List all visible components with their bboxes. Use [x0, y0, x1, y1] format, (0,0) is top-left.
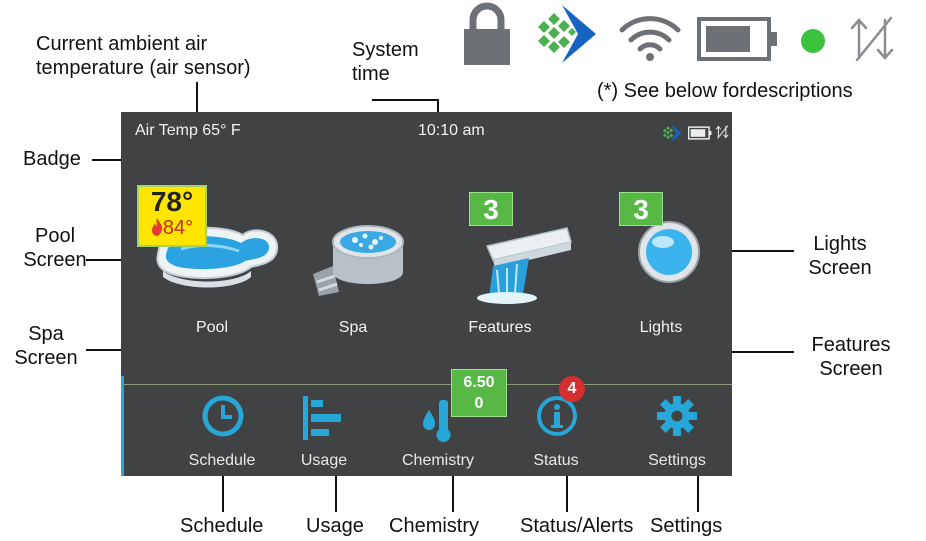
callout-line — [566, 476, 568, 512]
callout-features-screen: Features Screen — [811, 334, 891, 380]
nav-usage[interactable]: Usage — [269, 394, 379, 474]
spa-label: Spa — [338, 319, 368, 336]
nav-usage-label: Usage — [300, 452, 348, 469]
callout-line — [86, 349, 126, 351]
status-dot-icon — [799, 27, 827, 60]
battery-icon — [697, 16, 779, 67]
clock-icon — [201, 394, 245, 443]
callout-line — [92, 159, 122, 161]
callout-line — [452, 476, 454, 512]
pool-label: Pool — [195, 319, 229, 336]
chemistry-icon — [419, 398, 455, 447]
callout-line — [697, 476, 699, 512]
usage-bars-icon — [303, 396, 343, 445]
callout-air-temperature: Current ambient air temperature (air sens… — [36, 33, 251, 79]
see-below-note: (*) See below fordescriptions — [597, 80, 853, 102]
spa-icon — [309, 212, 409, 307]
wifi-icon — [618, 12, 682, 67]
lights-label: Lights — [639, 319, 683, 336]
callout-badge: Badge — [23, 148, 81, 170]
pool-light-icon — [637, 220, 701, 289]
pool-temp: 78° — [150, 186, 194, 217]
chemistry-orp: 0 — [474, 395, 484, 412]
callout-lights-screen: Lights Screen — [808, 233, 872, 279]
callout-chemistry: Chemistry — [389, 515, 480, 537]
callout-line — [86, 259, 126, 261]
nav-schedule[interactable]: Schedule — [167, 394, 277, 474]
pool-temp-badge: 78° 84° — [137, 185, 207, 247]
callout-line — [732, 351, 794, 353]
callout-usage: Usage — [306, 515, 364, 537]
alert-count-badge: 4 — [559, 376, 585, 402]
callout-line — [372, 99, 438, 101]
lights-count-badge: 3 — [619, 192, 663, 226]
nav-status-label: Status — [533, 452, 579, 469]
spa-tile[interactable] — [301, 212, 411, 332]
features-count-badge: 3 — [469, 192, 513, 226]
callout-pool-screen: Pool Screen — [23, 225, 87, 271]
nav-left-accent — [121, 376, 124, 476]
callout-line — [335, 476, 337, 512]
battery-icon — [687, 126, 712, 145]
features-label: Features — [468, 319, 532, 336]
controller-screen: Air Temp 65° F 10:10 am 78° 84° Pool Spa… — [121, 112, 732, 476]
callout-line — [222, 476, 224, 512]
callout-system-time: System time — [352, 39, 419, 85]
waterfall-icon — [467, 214, 577, 309]
nav-status[interactable]: Status — [501, 394, 611, 474]
data-transfer-icon — [847, 14, 903, 69]
pool-set-temp: 84° — [162, 217, 194, 239]
nav-schedule-label: Schedule — [188, 452, 256, 469]
callout-spa-screen: Spa Screen — [14, 323, 78, 369]
callout-line — [196, 82, 198, 114]
brand-logo-icon — [534, 3, 598, 70]
gear-icon — [657, 396, 697, 441]
nav-settings-label: Settings — [648, 452, 706, 469]
nav-chemistry-label: Chemistry — [401, 452, 474, 469]
flame-icon — [151, 218, 163, 241]
callout-line — [732, 250, 794, 252]
callout-status-alerts: Status/Alerts — [520, 515, 634, 537]
lock-icon — [462, 2, 512, 71]
nav-divider — [121, 384, 732, 385]
air-temp-readout: Air Temp 65° F — [135, 122, 241, 139]
lights-tile[interactable]: 3 — [611, 192, 721, 322]
chemistry-ph: 6.50 — [463, 374, 495, 391]
features-tile[interactable]: 3 — [461, 192, 581, 322]
chemistry-reading-badge: 6.50 0 — [451, 369, 507, 417]
callout-settings: Settings — [650, 515, 723, 537]
callout-schedule: Schedule — [180, 515, 264, 537]
system-time-readout: 10:10 am — [418, 122, 485, 139]
nav-settings[interactable]: Settings — [622, 394, 732, 474]
brand-logo-icon — [661, 123, 683, 148]
data-transfer-icon — [715, 123, 731, 146]
